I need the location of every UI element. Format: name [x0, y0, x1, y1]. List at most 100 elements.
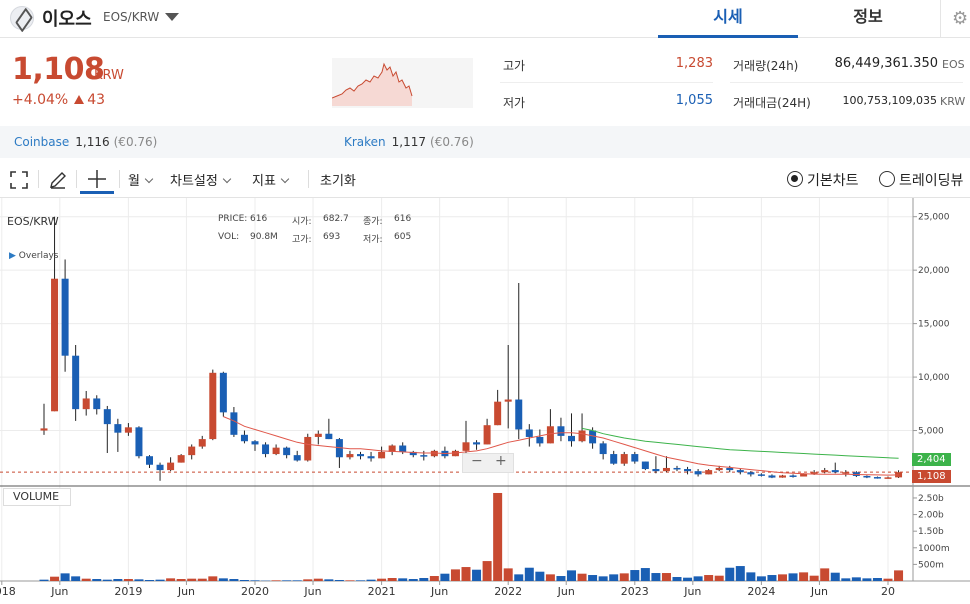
candle-body — [589, 430, 597, 444]
price-chart[interactable]: 25,000 20,000 15,000 10,000 5,000 2.50b 2.00b 1… — [0, 198, 970, 604]
candle-body — [188, 446, 196, 456]
price-change: +4.04% 43 — [12, 92, 105, 108]
candle-body — [504, 399, 512, 402]
candle-body — [515, 399, 523, 430]
legend-price-val: 616 — [250, 214, 268, 224]
volume-bar — [60, 573, 70, 581]
volume-bar — [556, 576, 566, 581]
exchange-name[interactable]: Kraken — [344, 135, 386, 149]
candle-body — [863, 475, 871, 478]
candle-body — [114, 424, 122, 433]
volume-bar — [123, 579, 133, 581]
candle-body — [156, 464, 164, 471]
candle-body — [673, 467, 681, 470]
triangle-right-icon: ▶ — [9, 251, 16, 261]
volume-bar — [788, 573, 798, 581]
volume-bar — [640, 568, 650, 581]
volume-bar — [145, 580, 154, 581]
legend-vol-val: 90.8M — [250, 232, 278, 242]
candle-body — [557, 426, 565, 436]
candle-body — [124, 427, 132, 433]
candle-body — [325, 433, 333, 440]
pencil-icon[interactable] — [44, 166, 72, 194]
crosshair-icon[interactable] — [80, 166, 114, 194]
x-tick-label: Jun — [683, 585, 701, 598]
zoom-control: − + — [462, 453, 514, 473]
candle-body — [399, 445, 407, 452]
gear-icon: ⚙ — [952, 8, 969, 29]
legend-close-val: 616 — [394, 214, 412, 224]
divider — [76, 170, 77, 188]
candle-body — [420, 455, 428, 457]
volume-bar — [229, 579, 239, 581]
period-dropdown[interactable]: 월 — [128, 170, 154, 189]
candle-body — [230, 412, 238, 435]
radio-basic-label[interactable]: 기본차트 — [807, 170, 859, 190]
volume-bar — [472, 569, 482, 581]
tab-info[interactable]: 정보 — [798, 0, 938, 38]
volume-bar — [482, 561, 492, 581]
change-amount: 43 — [87, 92, 106, 108]
volume-bar — [303, 579, 313, 581]
candle-body — [705, 470, 713, 475]
candle-body — [842, 472, 850, 474]
volume-bar — [524, 567, 534, 581]
fullscreen-icon[interactable] — [5, 166, 33, 194]
up-triangle-icon — [74, 95, 85, 104]
legend-low-label: 저가: — [363, 235, 383, 245]
x-tick-label: 2022 — [494, 585, 522, 598]
candle-body — [757, 474, 765, 476]
candle-body — [135, 427, 143, 457]
volume-bar — [71, 576, 81, 581]
volume-bar — [155, 579, 165, 581]
volume-bar — [366, 579, 376, 581]
candle-body — [61, 278, 69, 356]
candle-body — [546, 426, 554, 444]
candle-body — [240, 434, 248, 442]
chart-area[interactable]: 25,000 20,000 15,000 10,000 5,000 2.50b 2.00b 1… — [0, 198, 970, 604]
radio-tradingview[interactable] — [879, 171, 895, 187]
volume-bar — [398, 578, 408, 581]
settings-button[interactable]: ⚙ — [940, 0, 970, 38]
volume-bar — [419, 578, 429, 581]
candle-body — [715, 467, 723, 471]
indicators-label: 지표 — [252, 174, 276, 189]
radio-basic-chart[interactable] — [787, 171, 803, 187]
overlays-toggle[interactable]: ▶ Overlays — [9, 251, 58, 261]
volume-bar — [345, 580, 355, 581]
volume-bar — [683, 577, 693, 581]
candle-body — [167, 462, 175, 471]
reset-button[interactable]: 초기화 — [320, 170, 356, 189]
candle-body — [873, 477, 881, 479]
candle-body — [568, 435, 575, 442]
volume-bar — [356, 580, 365, 581]
zoom-out-button[interactable]: − — [471, 453, 483, 469]
volume-unit: EOS — [942, 58, 965, 71]
x-tick-label: Jun — [50, 585, 68, 598]
exchange-price: 1,117 — [391, 135, 427, 149]
indicators-dropdown[interactable]: 지표 — [252, 170, 290, 189]
divider — [38, 170, 39, 188]
exchange-kraken[interactable]: Kraken 1,117 (€0.76) — [344, 135, 474, 149]
y-tick-label: 10,000 — [918, 373, 950, 383]
radio-tradingview-label[interactable]: 트레이딩뷰 — [899, 170, 963, 190]
tab-market[interactable]: 시세 — [658, 0, 798, 38]
ma-long-price-tag: 2,404 — [912, 453, 951, 466]
x-tick-label: 2018 — [0, 585, 16, 598]
volume-bar — [714, 575, 724, 581]
x-tick-label: Jun — [557, 585, 575, 598]
coin-select-caret-icon[interactable] — [165, 13, 179, 21]
candle-body — [599, 443, 607, 455]
zoom-in-button[interactable]: + — [495, 453, 507, 469]
volume-panel-label: VOLUME — [3, 488, 71, 506]
y-tick-label: 20,000 — [918, 266, 950, 276]
exchange-name[interactable]: Coinbase — [14, 135, 69, 149]
candle-body — [726, 467, 734, 471]
exchange-coinbase[interactable]: Coinbase 1,116 (€0.76) — [14, 135, 157, 149]
candle-body — [641, 461, 649, 470]
chart-settings-dropdown[interactable]: 차트설정 — [170, 170, 232, 189]
volume-bar — [809, 575, 819, 581]
candle-body — [610, 454, 618, 464]
volume-bar — [208, 576, 218, 581]
volume-bar — [746, 572, 756, 581]
